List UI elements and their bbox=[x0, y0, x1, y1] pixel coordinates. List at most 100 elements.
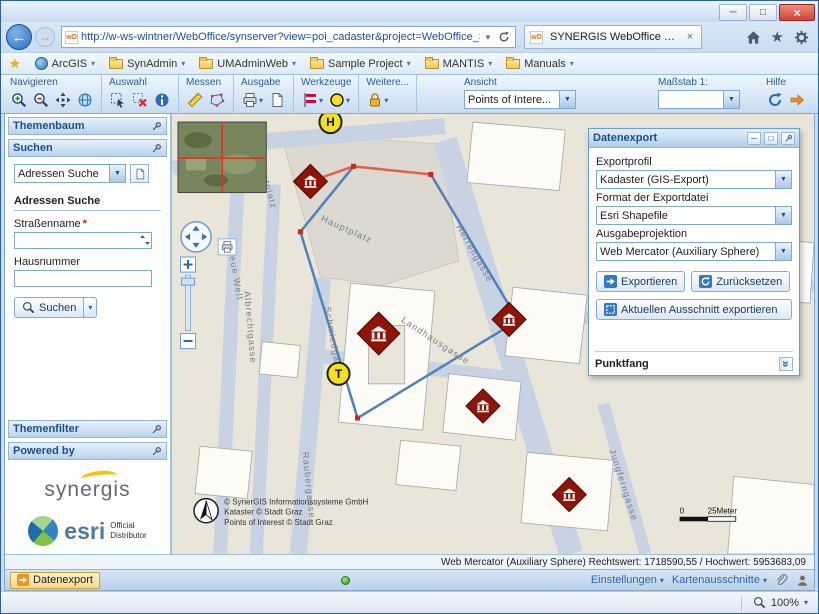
favorite-mantis[interactable]: MANTIS▾ bbox=[425, 58, 493, 70]
browser-zoom-level[interactable]: 100% bbox=[771, 597, 799, 609]
extent-export-button[interactable]: Aktuellen Ausschnitt exportieren bbox=[596, 299, 792, 320]
flag-tool-icon[interactable]: ▾ bbox=[301, 90, 324, 110]
overview-map[interactable] bbox=[178, 122, 266, 192]
zoom-in-button[interactable] bbox=[181, 257, 196, 272]
zoom-in-icon[interactable] bbox=[10, 90, 28, 110]
window-maximize-button[interactable]: □ bbox=[749, 4, 777, 21]
exportprofil-label: Exportprofil bbox=[596, 156, 792, 168]
export-icon bbox=[604, 275, 617, 288]
url-input[interactable] bbox=[81, 31, 480, 43]
projection-select[interactable]: Web Mercator (Auxiliary Sphere) ▼ bbox=[596, 242, 792, 261]
stop-marker-t[interactable]: T bbox=[327, 363, 349, 385]
required-mark: * bbox=[83, 218, 87, 230]
back-button[interactable]: ← bbox=[6, 24, 32, 50]
zuruecksetzen-button[interactable]: Zurücksetzen bbox=[691, 271, 790, 292]
map-print-button[interactable] bbox=[218, 239, 236, 255]
pin-icon[interactable] bbox=[151, 121, 162, 132]
zoom-out-icon[interactable] bbox=[32, 90, 50, 110]
suchen-options-button[interactable]: ▾ bbox=[83, 297, 97, 318]
sidebar-section-themenfilter[interactable]: Themenfilter bbox=[8, 420, 167, 438]
suchen-button[interactable]: Suchen bbox=[14, 297, 84, 318]
exportieren-button[interactable]: Exportieren bbox=[596, 271, 685, 292]
browser-tab[interactable]: wD SYNERGIS WebOffice Web... × bbox=[524, 25, 702, 49]
folder-icon bbox=[310, 59, 324, 69]
panel-titlebar[interactable]: Datenexport ─ □ bbox=[589, 129, 799, 148]
panel-title: Datenexport bbox=[593, 132, 657, 144]
pan-icon[interactable] bbox=[54, 90, 72, 110]
chevron-down-icon[interactable]: ▾ bbox=[804, 598, 808, 607]
lock-tool-icon[interactable]: ▾ bbox=[366, 90, 389, 110]
address-bar[interactable]: wD ▾ bbox=[61, 26, 516, 48]
panel-float-icon[interactable]: □ bbox=[764, 132, 778, 145]
massstab-select[interactable]: ▼ bbox=[658, 90, 740, 109]
favorite-arcgis[interactable]: ArcGIS▾ bbox=[35, 57, 95, 70]
reset-icon bbox=[699, 275, 712, 288]
folder-icon bbox=[199, 59, 213, 69]
zoom-out-button[interactable] bbox=[181, 333, 196, 348]
chevron-down-icon: ▼ bbox=[775, 243, 791, 260]
format-select[interactable]: Esri Shapefile ▼ bbox=[596, 206, 792, 225]
tab-close-icon[interactable]: × bbox=[684, 31, 696, 43]
window-minimize-button[interactable]: ─ bbox=[719, 4, 747, 21]
pin-icon[interactable] bbox=[151, 424, 162, 435]
expand-section-icon[interactable]: » bbox=[779, 357, 793, 371]
browser-window: ─ □ × ← → wD ▾ wD SYNERGIS WebOffice Web… bbox=[0, 0, 819, 614]
clear-selection-icon[interactable] bbox=[131, 90, 149, 110]
search-options-icon[interactable] bbox=[130, 164, 149, 183]
sort-icon[interactable] bbox=[139, 234, 151, 246]
favorite-synadmin[interactable]: SynAdmin▾ bbox=[109, 58, 185, 70]
browser-statusbar: 100% ▾ bbox=[1, 591, 818, 613]
ansicht-select[interactable]: Points of Intere... ▼ bbox=[464, 90, 576, 109]
pin-icon[interactable] bbox=[151, 143, 162, 154]
forward-button[interactable]: → bbox=[35, 27, 55, 47]
chevron-down-icon: ▼ bbox=[559, 91, 575, 108]
logout-icon[interactable] bbox=[788, 90, 806, 110]
street-input[interactable] bbox=[14, 232, 152, 249]
kartenausschnitte-menu[interactable]: Kartenausschnitte▾ bbox=[672, 574, 767, 586]
sidebar-section-suchen[interactable]: Suchen bbox=[8, 139, 167, 157]
home-icon[interactable] bbox=[746, 30, 761, 45]
stop-marker-h[interactable]: H bbox=[319, 114, 341, 133]
panel-minimize-icon[interactable]: ─ bbox=[747, 132, 761, 145]
export-page-icon[interactable] bbox=[268, 90, 286, 110]
datenexport-taskbar-button[interactable]: Datenexport bbox=[10, 572, 100, 589]
sidebar-section-themenbaum[interactable]: Themenbaum bbox=[8, 117, 167, 135]
panel-pin-icon[interactable] bbox=[781, 132, 795, 145]
select-icon[interactable] bbox=[109, 90, 127, 110]
favorite-manuals[interactable]: Manuals▾ bbox=[506, 58, 574, 70]
print-icon[interactable]: ▾ bbox=[241, 90, 264, 110]
house-number-input[interactable] bbox=[14, 270, 152, 287]
measure-area-icon[interactable] bbox=[208, 90, 226, 110]
window-close-button[interactable]: × bbox=[779, 4, 815, 21]
pan-control[interactable] bbox=[181, 222, 211, 252]
svg-text:© SynerGIS Informationssysteme: © SynerGIS Informationssysteme GmbH bbox=[224, 498, 368, 507]
search-type-select[interactable]: Adressen Suche ▼ bbox=[14, 164, 126, 183]
favorite-umadminweb[interactable]: UMAdminWeb▾ bbox=[199, 58, 296, 70]
identify-icon[interactable] bbox=[153, 90, 171, 110]
format-label: Format der Exportdatei bbox=[596, 192, 792, 204]
gear-icon[interactable] bbox=[794, 30, 809, 45]
measure-distance-icon[interactable] bbox=[186, 90, 204, 110]
search-form: Adressen Suche ▼ Adressen Suche Straßenn… bbox=[8, 161, 167, 324]
autocomplete-dropdown-icon[interactable]: ▾ bbox=[480, 32, 496, 43]
toolbar-group-messen: Messen bbox=[179, 75, 234, 113]
paperclip-icon[interactable] bbox=[775, 574, 788, 587]
full-extent-icon[interactable] bbox=[76, 90, 94, 110]
window-titlebar: ─ □ × bbox=[1, 1, 818, 22]
chevron-down-icon: ▼ bbox=[775, 207, 791, 224]
favorites-icon[interactable]: ★ bbox=[771, 30, 784, 45]
zoom-slider-handle bbox=[182, 278, 195, 285]
toolbar-group-massstab: Maßstab 1: ▼ bbox=[651, 75, 747, 113]
einstellungen-menu[interactable]: Einstellungen▾ bbox=[591, 574, 664, 586]
add-favorite-icon[interactable]: ★ bbox=[9, 56, 21, 72]
pin-icon[interactable] bbox=[151, 446, 162, 457]
sidebar: Themenbaum Suchen Adressen Suche ▼ bbox=[5, 114, 172, 554]
folder-icon bbox=[109, 59, 123, 69]
sidebar-section-powered-by[interactable]: Powered by bbox=[8, 442, 167, 460]
refresh-icon[interactable] bbox=[496, 31, 512, 43]
favorite-sample-project[interactable]: Sample Project▾ bbox=[310, 58, 411, 70]
help-refresh-icon[interactable] bbox=[766, 90, 784, 110]
user-icon[interactable] bbox=[796, 574, 809, 587]
poi-tool-icon[interactable]: ▾ bbox=[328, 90, 351, 110]
exportprofil-select[interactable]: Kadaster (GIS-Export) ▼ bbox=[596, 170, 792, 189]
